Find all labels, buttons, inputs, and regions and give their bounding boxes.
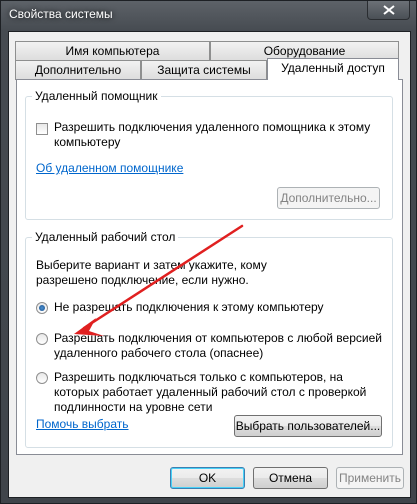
assistance-advanced-button[interactable]: Дополнительно...	[277, 187, 380, 209]
radio-deny-label: Не разрешать подключения к этому компьют…	[54, 300, 324, 314]
radio-deny-connections[interactable]	[36, 302, 48, 314]
radio-allow-any-label: Разрешать подключения от компьютеров с л…	[54, 331, 382, 360]
tab-panel-remote: Удаленный помощник Разрешить подключения…	[16, 79, 403, 455]
tab-remote-access[interactable]: Удаленный доступ	[267, 58, 399, 80]
select-users-button[interactable]: Выбрать пользователей...	[234, 415, 382, 437]
window-title: Свойства системы	[9, 7, 113, 21]
remote-assistance-title: Удаленный помощник	[32, 89, 161, 103]
radio-allow-nla-only[interactable]	[36, 372, 48, 384]
remote-desktop-title: Удаленный рабочий стол	[32, 230, 179, 244]
close-icon	[382, 5, 395, 15]
ok-button[interactable]: OK	[170, 467, 245, 489]
radio-allow-any-version[interactable]	[36, 333, 48, 345]
about-assistance-link[interactable]: Об удаленном помощнике	[36, 161, 183, 175]
dialog-client-area: Имя компьютера Оборудование Дополнительн…	[8, 31, 411, 498]
help-choose-link[interactable]: Помочь выбрать	[36, 417, 129, 431]
allow-assistance-checkbox[interactable]	[36, 123, 48, 135]
remote-desktop-group: Удаленный рабочий стол Выберите вариант …	[25, 230, 393, 448]
allow-assistance-label: Разрешить подключения удаленного помощни…	[54, 120, 371, 149]
title-bar[interactable]: Свойства системы	[1, 1, 416, 31]
close-button[interactable]	[367, 1, 410, 20]
system-properties-window: Свойства системы Имя компьютера Оборудов…	[0, 0, 417, 504]
apply-button[interactable]: Применить	[336, 467, 404, 489]
tab-system-protection[interactable]: Защита системы	[141, 60, 267, 80]
tab-advanced[interactable]: Дополнительно	[15, 60, 141, 80]
cancel-button[interactable]: Отмена	[253, 467, 328, 489]
tab-computer-name[interactable]: Имя компьютера	[15, 41, 210, 61]
radio-allow-nla-label: Разрешить подключаться только с компьюте…	[54, 370, 367, 414]
remote-desktop-description: Выберите вариант и затем укажите, кому р…	[36, 258, 267, 287]
remote-assistance-group: Удаленный помощник Разрешить подключения…	[25, 89, 393, 220]
